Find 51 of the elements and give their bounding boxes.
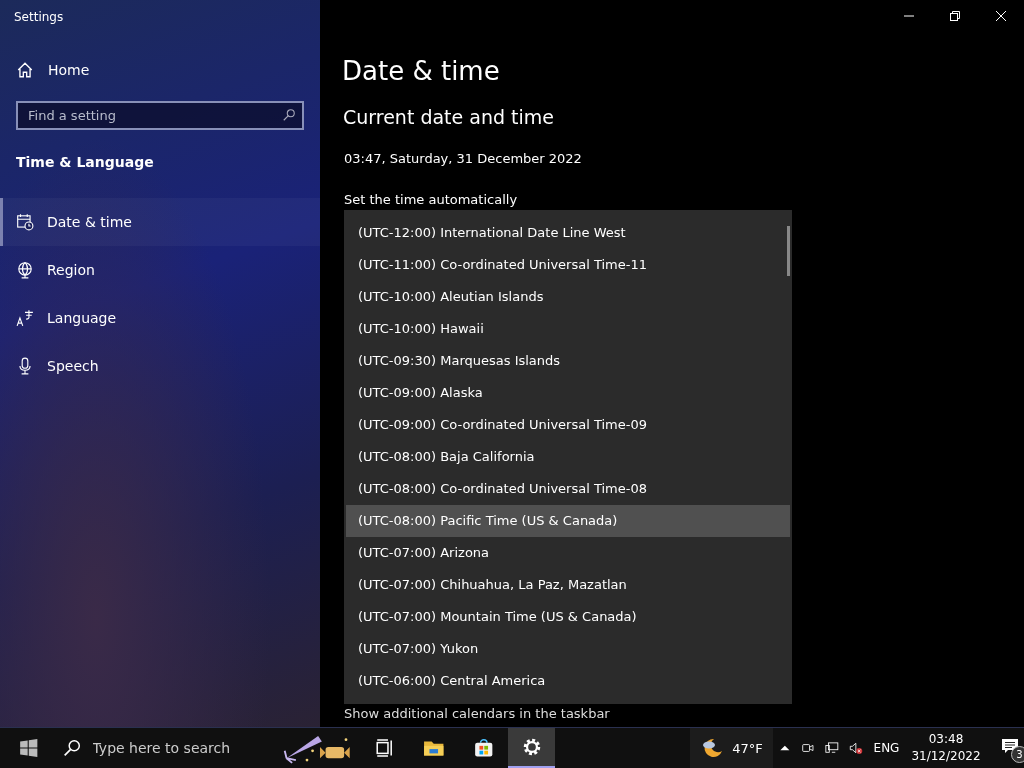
- close-icon: [996, 11, 1006, 21]
- current-date-time: 03:47, Saturday, 31 December 2022: [344, 151, 582, 166]
- timezone-option[interactable]: (UTC-09:00) Co-ordinated Universal Time-09: [346, 409, 790, 441]
- section-heading: Time & Language: [16, 154, 154, 170]
- input-language-indicator[interactable]: ENG: [873, 741, 900, 755]
- timezone-option[interactable]: (UTC-07:00) Yukon: [346, 633, 790, 665]
- calendar-clock-icon: [16, 213, 34, 231]
- globe-icon: [16, 261, 34, 279]
- nav-item[interactable]: Region: [0, 246, 320, 294]
- timezone-option[interactable]: (UTC-08:00) Baja California: [346, 441, 790, 473]
- moon-cloud-icon: [700, 736, 725, 760]
- search-icon: [282, 108, 296, 122]
- timezone-option[interactable]: (UTC-10:00) Aleutian Islands: [346, 281, 790, 313]
- clock-button[interactable]: 03:48 31/12/2022: [905, 731, 987, 765]
- notification-icon[interactable]: [1000, 738, 1019, 754]
- timezone-option[interactable]: (UTC-08:00) Co-ordinated Universal Time-08: [346, 473, 790, 505]
- network-icon[interactable]: [825, 741, 839, 755]
- timezone-option[interactable]: (UTC-08:00) Pacific Time (US & Canada): [346, 505, 790, 537]
- camera-icon[interactable]: [801, 741, 816, 755]
- timezone-option[interactable]: (UTC-11:00) Co-ordinated Universal Time-11: [346, 249, 790, 281]
- restore-icon: [950, 11, 960, 21]
- search-icon: [62, 739, 81, 757]
- nav-item[interactable]: Date & time: [0, 198, 320, 246]
- timezone-option[interactable]: (UTC-09:30) Marquesas Islands: [346, 345, 790, 377]
- settings-taskbar-button[interactable]: [508, 728, 556, 768]
- nav-item[interactable]: Speech: [0, 342, 320, 390]
- timezone-option[interactable]: (UTC-09:00) Alaska: [346, 377, 790, 409]
- microphone-icon: [16, 357, 34, 375]
- muted-speaker-icon[interactable]: [848, 741, 863, 755]
- home-link[interactable]: Home: [16, 61, 90, 79]
- timezone-option[interactable]: (UTC-07:00) Mountain Time (US & Canada): [346, 601, 790, 633]
- weather-button[interactable]: 47°F: [690, 728, 773, 768]
- window-title: Settings: [14, 10, 64, 24]
- timezone-option[interactable]: (UTC-12:00) International Date Line West: [346, 217, 790, 249]
- section-heading: Current date and time: [343, 106, 554, 128]
- store-bag-icon[interactable]: [472, 737, 495, 759]
- search-field[interactable]: Find a setting: [16, 101, 304, 130]
- timezone-option[interactable]: (UTC-07:00) Arizona: [346, 537, 790, 569]
- setting-label: Set the time automatically: [344, 192, 518, 207]
- windows-logo-icon[interactable]: [18, 737, 40, 759]
- timezone-option[interactable]: (UTC-10:00) Hawaii: [346, 313, 790, 345]
- page-title: Date & time: [342, 56, 500, 86]
- nav-item[interactable]: Language: [0, 294, 320, 342]
- taskbar-search-field[interactable]: Type here to search: [90, 739, 278, 757]
- notification-count-badge: 3: [1011, 746, 1024, 763]
- setting-label: Show additional calendars in the taskbar: [344, 706, 610, 721]
- language-icon: [16, 309, 34, 327]
- timezone-option[interactable]: (UTC-06:00) Central America: [346, 665, 790, 697]
- scrollbar-thumb[interactable]: [787, 226, 790, 276]
- home-icon: [16, 61, 34, 79]
- timezone-option[interactable]: (UTC-07:00) Chihuahua, La Paz, Mazatlan: [346, 569, 790, 601]
